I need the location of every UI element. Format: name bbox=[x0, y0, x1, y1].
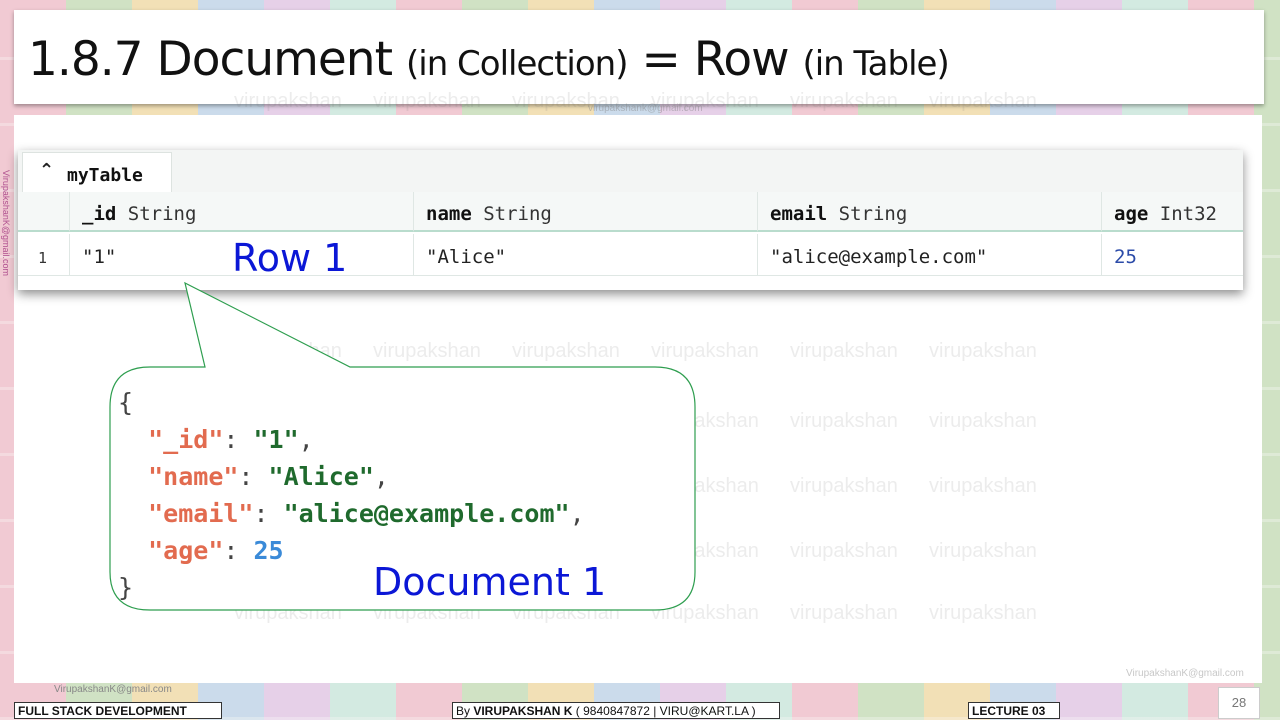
page-number: 28 bbox=[1218, 687, 1260, 719]
json-key-name: "name" bbox=[148, 462, 239, 491]
json-value-id: "1" bbox=[253, 425, 299, 454]
course-label: FULL STACK DEVELOPMENT bbox=[18, 704, 187, 718]
author-prefix: By bbox=[456, 704, 474, 718]
json-value-email: "alice@example.com" bbox=[283, 499, 570, 528]
lecture-label: LECTURE 03 bbox=[972, 704, 1046, 718]
json-open-brace: { bbox=[118, 388, 134, 417]
footer-course: FULL STACK DEVELOPMENT bbox=[14, 702, 222, 719]
json-key-email: "email" bbox=[148, 499, 254, 528]
document-bubble bbox=[109, 281, 696, 611]
author-contact: ( 9840847872 | VIRU@KART.LA ) bbox=[572, 704, 756, 718]
json-key-age: "age" bbox=[148, 536, 224, 565]
json-value-name: "Alice" bbox=[268, 462, 374, 491]
json-close-brace: } bbox=[118, 573, 134, 602]
footer-email: VirupakshanK@gmail.com bbox=[54, 684, 172, 695]
author-name: VIRUPAKSHAN K bbox=[473, 704, 573, 718]
footer-author: By VIRUPAKSHAN K ( 9840847872 | VIRU@KAR… bbox=[452, 702, 780, 719]
footer-lecture: LECTURE 03 bbox=[968, 702, 1060, 719]
json-value-age: 25 bbox=[253, 536, 284, 565]
document-callout-label: Document 1 bbox=[373, 560, 607, 604]
json-key-id: "_id" bbox=[148, 425, 224, 454]
